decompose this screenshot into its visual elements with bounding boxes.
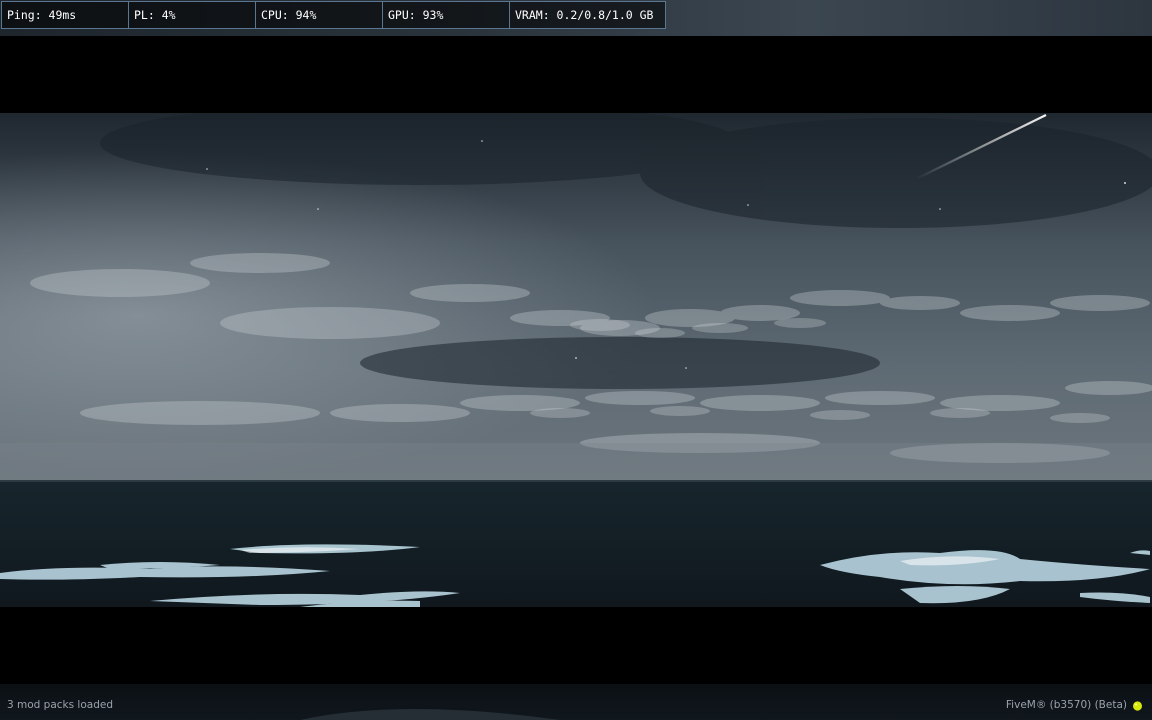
letterbox-bar-top [0,36,1152,113]
packet-loss-readout: PL: 4% [129,2,256,28]
performance-hud: Ping: 49ms PL: 4% CPU: 94% GPU: 93% VRAM… [1,1,666,29]
ground-strip-bottom [0,684,1152,720]
ocean-night-scene [0,113,1152,607]
ping-readout: Ping: 49ms [2,2,129,28]
gpu-readout: GPU: 93% [383,2,510,28]
game-viewport: Ping: 49ms PL: 4% CPU: 94% GPU: 93% VRAM… [0,0,1152,720]
letterbox-bar-bottom [0,607,1152,684]
vram-readout: VRAM: 0.2/0.8/1.0 GB [515,8,654,22]
mod-packs-status: 3 mod packs loaded [7,699,113,711]
fivem-logo-icon [1133,701,1142,711]
cpu-readout: CPU: 94% [256,2,383,28]
build-version-label: FiveM® (b3570) (Beta) [1005,699,1127,711]
